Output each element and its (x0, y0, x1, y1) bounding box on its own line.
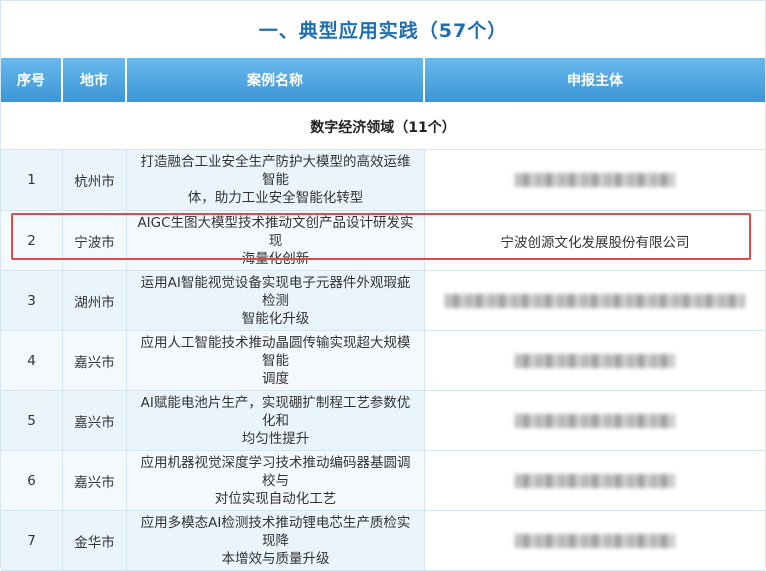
table-row: 2 宁波市 AIGC生图大模型技术推动文创产品设计研发实现 海量化创新 宁波创源文化发展… (1, 211, 765, 271)
section-title: 数字经济领域（11个） (1, 104, 765, 150)
row-org: 宁波创源文化发展股份有限公司 (425, 211, 765, 270)
row-org (425, 331, 765, 390)
header-org: 申报主体 (425, 58, 765, 102)
case-name-text: 运用AI智能视觉设备实现电子元器件外观瑕疵检测 智能化升级 (135, 274, 416, 328)
case-name-text: AIGC生图大模型技术推动文创产品设计研发实现 海量化创新 (135, 214, 416, 268)
case-name-line: 体，助力工业安全智能化转型 (187, 190, 364, 206)
table-body: 1 杭州市 打造融合工业安全生产防护大模型的高效运维智能 体，助力工业安全智能化转型 2… (1, 150, 765, 571)
row-org (425, 150, 765, 210)
case-name-text: 应用机器视觉深度学习技术推动编码器基圆调校与 对位实现自动化工艺 (135, 454, 416, 508)
case-name-line: 海量化创新 (241, 250, 310, 267)
table-row: 5 嘉兴市 AI赋能电池片生产，实现硼扩制程工艺参数优化和 均匀性提升 (1, 391, 765, 451)
row-index: 1 (1, 150, 63, 210)
row-case-name: 应用多模态AI检测技术推动锂电芯生产质检实现降 本增效与质量升级 (127, 511, 425, 570)
redacted-text (515, 413, 675, 428)
row-city: 嘉兴市 (63, 391, 127, 450)
row-city: 宁波市 (63, 211, 127, 270)
table-row: 4 嘉兴市 应用人工智能技术推动晶圆传输实现超大规模智能 调度 (1, 331, 765, 391)
header-city: 地市 (63, 58, 127, 102)
case-name-text: 应用人工智能技术推动晶圆传输实现超大规模智能 调度 (135, 334, 416, 388)
row-org (425, 511, 765, 570)
header-index: 序号 (1, 58, 63, 102)
row-index: 2 (1, 211, 63, 270)
case-name-text: 应用多模态AI检测技术推动锂电芯生产质检实现降 本增效与质量升级 (135, 514, 416, 568)
row-city: 湖州市 (63, 271, 127, 330)
row-org (425, 451, 765, 510)
header-case: 案例名称 (127, 58, 425, 102)
case-name-line: AI赋能电池片生产，实现硼扩制程工艺参数优化和 (140, 394, 411, 429)
row-org (425, 271, 765, 330)
redacted-text (445, 293, 745, 308)
row-index: 5 (1, 391, 63, 450)
page-title: 一、典型应用实践（57个） (258, 19, 508, 42)
redacted-text (515, 173, 675, 187)
row-index: 3 (1, 271, 63, 330)
row-index: 7 (1, 511, 63, 570)
case-name-line: AIGC生图大模型技术推动文创产品设计研发实现 (137, 214, 414, 249)
row-case-name: 打造融合工业安全生产防护大模型的高效运维智能体，助力工业安全智能化转型 (127, 150, 425, 210)
row-index: 6 (1, 451, 63, 510)
redacted-text (515, 473, 675, 488)
case-name-line: 均匀性提升 (241, 430, 310, 447)
row-org (425, 391, 765, 450)
case-name-line: 本增效与质量升级 (221, 550, 330, 567)
case-name-text: 打造融合工业安全生产防护大模型的高效运维智能体，助力工业安全智能化转型 (135, 153, 416, 207)
row-case-name: AI赋能电池片生产，实现硼扩制程工艺参数优化和 均匀性提升 (127, 391, 425, 450)
row-case-name: 应用人工智能技术推动晶圆传输实现超大规模智能 调度 (127, 331, 425, 390)
case-name-line: 运用AI智能视觉设备实现电子元器件外观瑕疵检测 (140, 274, 411, 309)
case-name-line: 智能化升级 (241, 310, 310, 327)
case-name-line: 应用机器视觉深度学习技术推动编码器基圆调校与 (140, 454, 411, 489)
table-row: 7 金华市 应用多模态AI检测技术推动锂电芯生产质检实现降 本增效与质量升级 (1, 511, 765, 571)
row-case-name: AIGC生图大模型技术推动文创产品设计研发实现 海量化创新 (127, 211, 425, 270)
row-city: 嘉兴市 (63, 451, 127, 510)
row-city: 金华市 (63, 511, 127, 570)
row-city: 杭州市 (63, 150, 127, 210)
row-index: 4 (1, 331, 63, 390)
row-city: 嘉兴市 (63, 331, 127, 390)
table-row: 6 嘉兴市 应用机器视觉深度学习技术推动编码器基圆调校与 对位实现自动化工艺 (1, 451, 765, 511)
case-name-line: 打造融合工业安全生产防护大模型的高效运维智能 (140, 154, 411, 188)
case-name-text: AI赋能电池片生产，实现硼扩制程工艺参数优化和 均匀性提升 (135, 394, 416, 448)
redacted-text (515, 533, 675, 548)
row-case-name: 应用机器视觉深度学习技术推动编码器基圆调校与 对位实现自动化工艺 (127, 451, 425, 510)
redacted-text (515, 353, 675, 368)
case-name-line: 调度 (262, 370, 289, 387)
row-case-name: 运用AI智能视觉设备实现电子元器件外观瑕疵检测 智能化升级 (127, 271, 425, 330)
case-name-line: 对位实现自动化工艺 (214, 490, 337, 507)
table-row: 1 杭州市 打造融合工业安全生产防护大模型的高效运维智能体，助力工业安全智能化转型 (1, 150, 765, 211)
table-header: 序号 地市 案例名称 申报主体 (1, 58, 765, 102)
table-row: 3 湖州市 运用AI智能视觉设备实现电子元器件外观瑕疵检测 智能化升级 (1, 271, 765, 331)
case-name-line: 应用多模态AI检测技术推动锂电芯生产质检实现降 (140, 514, 411, 549)
case-name-line: 应用人工智能技术推动晶圆传输实现超大规模智能 (140, 334, 411, 369)
